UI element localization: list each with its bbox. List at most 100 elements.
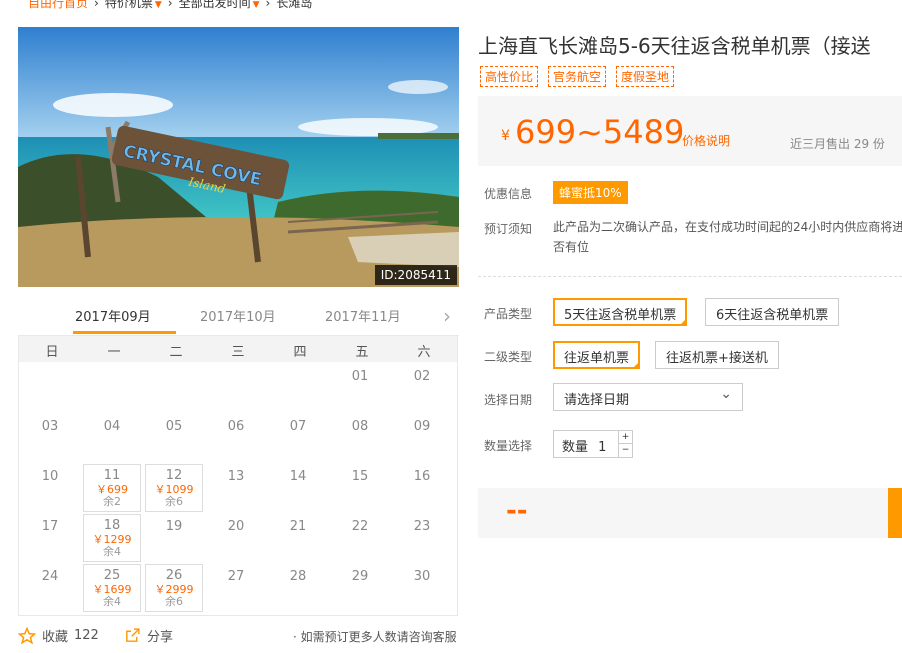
price-calendar: 日 一 二 三 四 五 六 01 02 03 04 05 06 07 08 09 10 11 ￥699…	[18, 336, 458, 616]
day-stock: 余4	[103, 545, 121, 558]
day-number: 25	[103, 568, 121, 583]
active-tab-indicator	[73, 331, 176, 334]
favorite-label: 收藏	[42, 630, 69, 645]
share-label: 分享	[147, 630, 174, 645]
notice-text-line2: 否有位	[553, 240, 590, 254]
tab-month-nov[interactable]: 2017年11月	[325, 306, 401, 325]
currency-symbol: ¥	[501, 128, 510, 144]
day-stock: 余6	[165, 495, 183, 508]
day-number: 22	[351, 519, 369, 534]
quantity-value: 1	[598, 440, 607, 455]
decrement-button[interactable]: −	[618, 444, 632, 457]
calendar-day: 24	[21, 564, 79, 612]
calendar-day: 04	[83, 414, 141, 462]
day-number: 04	[103, 419, 121, 434]
option-roundtrip-ticket[interactable]: 往返单机票	[553, 341, 641, 369]
tab-month-sep[interactable]: 2017年09月	[75, 306, 151, 325]
calendar-day: 05	[145, 414, 203, 462]
weekday-label: 四	[293, 345, 307, 360]
day-number: 30	[413, 569, 431, 584]
tab-month-oct[interactable]: 2017年10月	[200, 306, 276, 325]
day-number: 05	[165, 419, 183, 434]
day-number: 21	[289, 519, 307, 534]
calendar-day: 14	[269, 464, 327, 512]
calendar-day-available[interactable]: 18 ￥1299 余4	[83, 514, 141, 562]
day-number: 24	[41, 569, 59, 584]
calendar-day: 23	[393, 514, 451, 562]
calendar-day-available[interactable]: 12 ￥1099 余6	[145, 464, 203, 512]
weekday-label: 一	[107, 345, 121, 360]
option-roundtrip-transfer[interactable]: 往返机票+接送机	[655, 341, 779, 369]
calendar-day: 19	[145, 514, 203, 562]
quantity-label: 数量选择	[484, 439, 533, 453]
calendar-day: 13	[207, 464, 265, 512]
calendar-day-available[interactable]: 25 ￥1699 余4	[83, 564, 141, 612]
day-number: 16	[413, 469, 431, 484]
subtype-label: 二级类型	[484, 350, 533, 364]
calendar-day: 07	[269, 414, 327, 462]
option-6day-ticket[interactable]: 6天往返含税单机票	[705, 298, 840, 326]
caret-down-icon: ▼	[252, 0, 260, 10]
day-number: 14	[289, 469, 307, 484]
calendar-day: 27	[207, 564, 265, 612]
date-select[interactable]: 请选择日期 ⌄	[553, 383, 743, 411]
quantity-stepper[interactable]: 数量 1 + −	[553, 430, 633, 458]
notice-label: 预订须知	[484, 222, 533, 236]
day-number: 18	[103, 518, 121, 533]
breadcrumb-home-link[interactable]: 自由行首页	[28, 0, 88, 11]
calendar-day-available[interactable]: 11 ￥699 余2	[83, 464, 141, 512]
calendar-day-available[interactable]: 26 ￥2999 余6	[145, 564, 203, 612]
breadcrumb-category-dropdown[interactable]: 特价机票 ▼	[105, 0, 162, 11]
increment-button[interactable]: +	[618, 431, 632, 444]
day-number: 11	[103, 468, 121, 483]
image-id-badge: ID:2085411	[374, 265, 457, 285]
calendar-day: 17	[21, 514, 79, 562]
promo-badge: 蜂蜜抵10%	[553, 181, 628, 204]
tag-value: 高性价比	[480, 66, 539, 87]
breadcrumb-time-dropdown[interactable]: 全部出发时间 ▼	[179, 0, 260, 11]
breadcrumb-separator: ›	[265, 0, 271, 10]
chevron-down-icon: ⌄	[720, 386, 732, 402]
breadcrumb: 自由行首页 › 特价机票 ▼ › 全部出发时间 ▼ › 长滩岛	[28, 0, 312, 11]
day-stock: 余4	[103, 595, 121, 608]
booking-bar: --	[478, 488, 902, 538]
book-button[interactable]	[888, 488, 902, 538]
calendar-day: 02	[393, 364, 451, 412]
chevron-right-icon[interactable]: ›	[443, 304, 451, 328]
calendar-day: 20	[207, 514, 265, 562]
star-icon	[18, 626, 36, 644]
day-number: 27	[227, 569, 245, 584]
share-button[interactable]: 分享	[124, 626, 173, 645]
weekday-label: 日	[45, 345, 59, 360]
day-number: 09	[413, 419, 431, 434]
price-explain-link[interactable]: 价格说明	[682, 132, 730, 149]
section-divider	[478, 276, 902, 277]
day-number: 02	[413, 369, 431, 384]
calendar-day: 28	[269, 564, 327, 612]
day-number: 29	[351, 569, 369, 584]
calendar-day: 21	[269, 514, 327, 562]
day-number: 07	[289, 419, 307, 434]
calendar-day: 30	[393, 564, 451, 612]
favorite-count: 122	[74, 628, 99, 643]
calendar-day: 06	[207, 414, 265, 462]
day-number: 17	[41, 519, 59, 534]
breadcrumb-separator: ›	[167, 0, 173, 10]
weekday-label: 二	[169, 345, 183, 360]
favorite-button[interactable]: 收藏 122	[18, 626, 99, 645]
calendar-day: 10	[21, 464, 79, 512]
day-stock: 余6	[165, 595, 183, 608]
day-number: 28	[289, 569, 307, 584]
date-label: 选择日期	[484, 393, 533, 407]
weekday-label: 六	[417, 345, 431, 360]
promo-label: 优惠信息	[484, 187, 533, 201]
calendar-day: 08	[331, 414, 389, 462]
calendar-day: 29	[331, 564, 389, 612]
calendar-day: 09	[393, 414, 451, 462]
option-5day-ticket[interactable]: 5天往返含税单机票	[553, 298, 688, 326]
month-tabs: 2017年09月 2017年10月 2017年11月 ›	[18, 296, 459, 336]
product-hero-image[interactable]: CRYSTAL COVE Island ID:2085411	[18, 27, 459, 287]
calendar-day: 15	[331, 464, 389, 512]
breadcrumb-current: 长滩岛	[276, 0, 313, 10]
product-type-label: 产品类型	[484, 307, 533, 321]
